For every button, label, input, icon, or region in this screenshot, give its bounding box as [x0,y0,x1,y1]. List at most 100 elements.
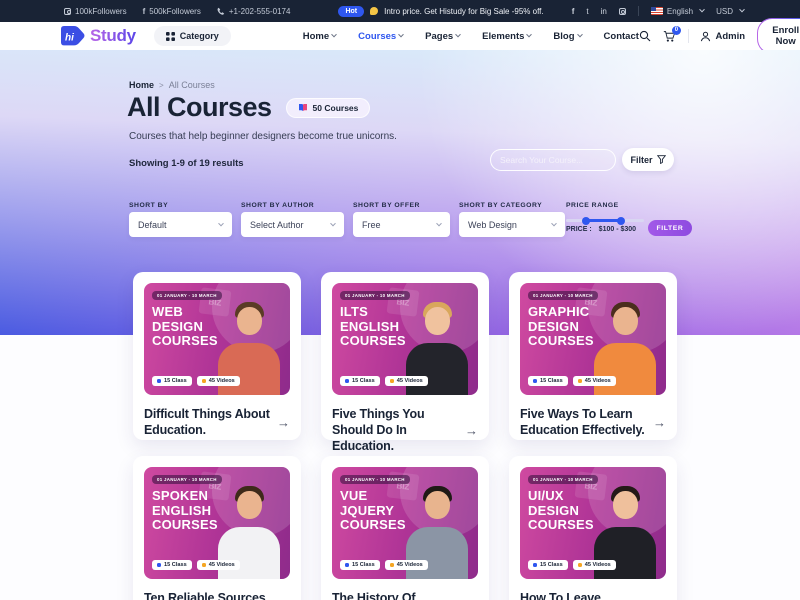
category-select[interactable]: Web Design [459,212,565,237]
instructor-head [613,307,638,335]
nav-blog[interactable]: Blog [553,31,581,42]
nav-elements[interactable]: Elements [482,31,531,42]
video-icon [578,379,582,383]
filter-apply-button[interactable]: FILTER [648,220,692,236]
nav-home[interactable]: Home [303,31,336,42]
svg-text:hi: hi [65,32,74,43]
course-banner: BIZ 01 JANUARY - 10 MARCH ILTSENGLISHCOU… [332,283,478,395]
us-flag-icon [651,7,663,15]
nav-pages[interactable]: Pages [425,31,460,42]
course-card[interactable]: BIZ 01 JANUARY - 10 MARCH UI/UXDESIGNCOU… [509,456,677,600]
course-card[interactable]: BIZ 01 JANUARY - 10 MARCH GRAPHICDESIGNC… [509,272,677,440]
linkedin-icon[interactable]: in [601,7,607,16]
price-range-slider[interactable] [566,219,644,222]
phone-link[interactable]: +1-202-555-0174 [217,7,291,16]
video-count-badge: 45 Videos [573,560,616,570]
instructor-head [237,491,262,519]
nav-contact[interactable]: Contact [604,31,639,42]
banner-title: VUEJQUERYCOURSES [340,489,406,533]
banner-title: WEBDESIGNCOURSES [152,305,218,349]
filter-toggle-label: Filter [630,155,652,165]
wave-hand-icon [370,7,378,15]
price-slider-handle-min[interactable] [582,217,590,225]
arrow-right-icon[interactable]: → [277,415,290,430]
twitter-icon[interactable]: t [586,7,588,16]
category-button[interactable]: Category [154,26,231,46]
course-card[interactable]: BIZ 01 JANUARY - 10 MARCH SPOKENENGLISHC… [133,456,301,600]
cart-count-badge: 0 [672,26,681,35]
class-count-badge: 15 Class [340,376,380,386]
instagram-followers[interactable]: 100kFollowers [64,7,127,16]
cart-button[interactable]: 0 [663,30,676,43]
course-card[interactable]: BIZ 01 JANUARY - 10 MARCH VUEJQUERYCOURS… [321,456,489,600]
instructor-head [613,491,638,519]
course-card[interactable]: BIZ 01 JANUARY - 10 MARCH WEBDESIGNCOURS… [133,272,301,440]
video-icon [390,563,394,567]
phone-label: +1-202-555-0174 [229,7,291,16]
video-count-badge: 45 Videos [385,376,428,386]
class-icon [533,563,537,567]
hot-badge: Hot [338,6,364,17]
class-icon [157,563,161,567]
course-banner: BIZ 01 JANUARY - 10 MARCH GRAPHICDESIGNC… [520,283,666,395]
offer-select[interactable]: Free [353,212,450,237]
course-title[interactable]: Difficult Things About Education. [144,406,272,438]
arrow-right-icon[interactable]: → [465,423,478,438]
course-title[interactable]: How To Leave Education Without [520,590,648,600]
book-icon [298,103,308,112]
video-count-badge: 45 Videos [573,376,616,386]
chevron-down-icon [331,32,337,38]
filter-label-price-range: PRICE RANGE [566,202,619,209]
sort-select[interactable]: Default [129,212,232,237]
enroll-now-button[interactable]: Enroll Now [757,18,800,54]
divider [688,29,689,43]
filter-toggle-button[interactable]: Filter [622,148,674,171]
video-count-badge: 45 Videos [197,560,240,570]
breadcrumb-current: All Courses [169,80,215,90]
instagram-icon[interactable] [619,8,626,15]
filter-label-category: SHORT BY CATEGORY [459,202,542,209]
arrow-right-icon[interactable]: → [653,415,666,430]
search-button[interactable] [639,30,651,42]
logo[interactable]: hi Study [58,25,136,48]
instructor-torso [406,343,468,395]
grid-icon [166,32,175,41]
breadcrumb-home[interactable]: Home [129,80,154,90]
class-count-badge: 15 Class [528,560,568,570]
facebook-followers[interactable]: f 500kFollowers [143,7,201,16]
author-select-value: Select Author [250,220,304,230]
nav-courses[interactable]: Courses [358,31,403,42]
author-select[interactable]: Select Author [241,212,344,237]
results-count: Showing 1-9 of 19 results [129,158,244,169]
category-select-value: Web Design [468,220,517,230]
chevron-down-icon [699,7,705,13]
class-count-badge: 15 Class [152,376,192,386]
chevron-down-icon [436,220,442,226]
divider [638,6,639,16]
admin-button[interactable]: Admin [700,31,745,42]
chevron-down-icon [739,7,745,13]
funnel-icon [657,155,666,164]
chevron-down-icon [330,220,336,226]
course-search [490,149,616,171]
course-title[interactable]: Five Ways To Learn Education Effectively… [520,406,648,438]
logo-text: Study [90,26,136,46]
course-title[interactable]: The History Of Education. [332,590,460,600]
currency-select[interactable]: USD [716,7,744,16]
facebook-icon[interactable]: f [572,7,575,16]
banner-title: ILTSENGLISHCOURSES [340,305,406,349]
course-title[interactable]: Ten Reliable Sources To Learn About [144,590,272,600]
currency-label: USD [716,7,733,16]
filter-label-offer: SHORT BY OFFER [353,202,420,209]
instructor-torso [218,527,280,579]
course-count-label: 50 Courses [313,103,359,113]
course-title[interactable]: Five Things You Should Do In Education. [332,406,460,454]
course-banner: BIZ 01 JANUARY - 10 MARCH WEBDESIGNCOURS… [144,283,290,395]
language-select[interactable]: English [651,7,704,16]
course-search-input[interactable] [500,155,611,165]
class-icon [533,379,537,383]
class-count-badge: 15 Class [528,376,568,386]
chevron-down-icon [398,32,404,38]
video-icon [578,563,582,567]
course-card[interactable]: BIZ 01 JANUARY - 10 MARCH ILTSENGLISHCOU… [321,272,489,440]
